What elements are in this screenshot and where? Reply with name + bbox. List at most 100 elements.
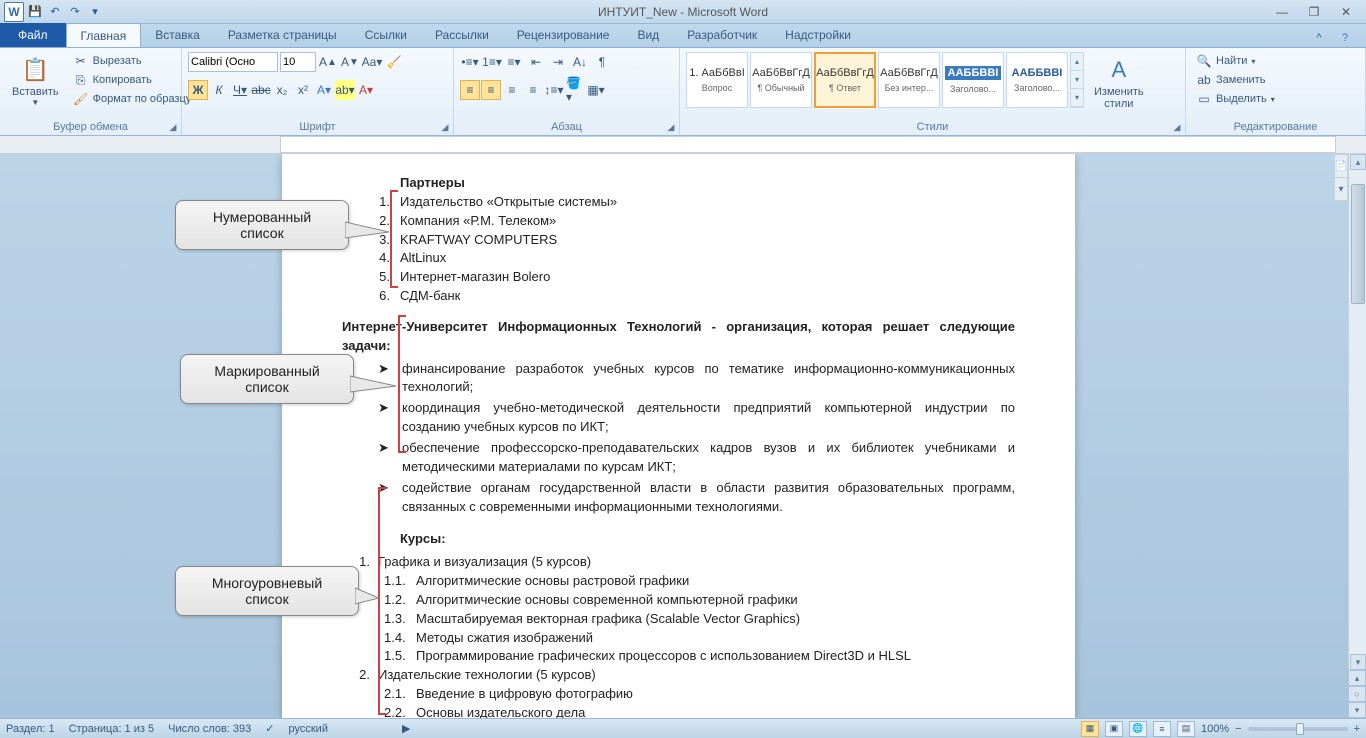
replace-button[interactable]: abЗаменить [1192, 71, 1279, 89]
indent-inc-button[interactable]: ⇥ [548, 52, 568, 72]
tab-addins[interactable]: Надстройки [771, 23, 865, 47]
font-dialog-launcher[interactable]: ◢ [439, 121, 451, 133]
side-panel-item[interactable]: ▾ [1335, 178, 1347, 201]
superscript-button[interactable]: x² [293, 80, 313, 100]
align-center-button[interactable]: ≡ [481, 80, 501, 100]
style-item[interactable]: АаБбВвГгДБез интер... [878, 52, 940, 108]
font-color-button[interactable]: A▾ [356, 80, 376, 100]
text-effects-button[interactable]: A▾ [314, 80, 334, 100]
multilevel-button[interactable]: ≡▾ [504, 52, 524, 72]
clipboard-group-label: Буфер обмена [0, 119, 181, 135]
tab-mailings[interactable]: Рассылки [421, 23, 503, 47]
view-web[interactable]: 🌐 [1129, 721, 1147, 737]
page-nav: ▴ ○ ▾ [1348, 670, 1366, 718]
tab-developer[interactable]: Разработчик [673, 23, 771, 47]
style-item[interactable]: АаБбВвГгД¶ Обычный [750, 52, 812, 108]
clipboard-dialog-launcher[interactable]: ◢ [167, 121, 179, 133]
cut-button[interactable]: ✂Вырезать [69, 52, 196, 70]
status-words[interactable]: Число слов: 393 [168, 723, 251, 735]
vertical-scrollbar[interactable]: ▴ ▾ ▴ ○ ▾ [1348, 154, 1366, 718]
show-marks-button[interactable]: ¶ [592, 52, 612, 72]
redo-icon[interactable]: ↷ [66, 3, 84, 21]
browse-object-button[interactable]: ○ [1348, 686, 1366, 702]
change-case-button[interactable]: Aa▾ [362, 52, 382, 72]
tab-view[interactable]: Вид [623, 23, 673, 47]
undo-icon[interactable]: ↶ [46, 3, 64, 21]
zoom-in-button[interactable]: + [1354, 723, 1360, 735]
view-fullscreen[interactable]: ▣ [1105, 721, 1123, 737]
status-proof-icon[interactable]: ✓ [265, 722, 274, 735]
callout-tail-2 [350, 368, 400, 398]
format-painter-button[interactable]: 🖌Формат по образцу [69, 90, 196, 108]
styles-dialog-launcher[interactable]: ◢ [1171, 121, 1183, 133]
view-print-layout[interactable]: ▦ [1081, 721, 1099, 737]
highlight-button[interactable]: ab▾ [335, 80, 355, 100]
status-page[interactable]: Страница: 1 из 5 [69, 723, 155, 735]
underline-button[interactable]: Ч▾ [230, 80, 250, 100]
tab-review[interactable]: Рецензирование [503, 23, 624, 47]
style-item[interactable]: АаБбВвГгД¶ Ответ [814, 52, 876, 108]
minimize-ribbon-icon[interactable]: ^ [1310, 29, 1328, 47]
view-outline[interactable]: ≡ [1153, 721, 1171, 737]
zoom-thumb[interactable] [1296, 723, 1304, 735]
sort-button[interactable]: A↓ [570, 52, 590, 72]
paragraph-dialog-launcher[interactable]: ◢ [665, 121, 677, 133]
horizontal-ruler[interactable] [280, 136, 1336, 153]
bullets-button[interactable]: •≡▾ [460, 52, 480, 72]
side-panel-item[interactable]: 📄 [1335, 155, 1347, 178]
file-tab[interactable]: Файл [0, 23, 66, 47]
minimize-button[interactable]: — [1272, 4, 1292, 20]
zoom-out-button[interactable]: − [1235, 723, 1241, 735]
font-name-combo[interactable] [188, 52, 278, 72]
status-macro-icon[interactable]: ▶ [402, 722, 410, 735]
style-item[interactable]: 1. АаБбВвІВопрос [686, 52, 748, 108]
indent-dec-button[interactable]: ⇤ [526, 52, 546, 72]
align-justify-button[interactable]: ≡ [523, 80, 543, 100]
find-button[interactable]: 🔍Найти▾ [1192, 52, 1279, 70]
zoom-slider[interactable] [1248, 727, 1348, 731]
style-item[interactable]: ААББВВІЗаголово... [1006, 52, 1068, 108]
group-font: A▲ A▼ Aa▾ 🧹 Ж К Ч▾ abc x₂ x² A▾ ab▾ A▾ Ш… [182, 48, 454, 135]
next-page-button[interactable]: ▾ [1348, 702, 1366, 718]
borders-button[interactable]: ▦▾ [586, 80, 606, 100]
change-styles-button[interactable]: A Изменить стили [1088, 52, 1150, 112]
tab-layout[interactable]: Разметка страницы [214, 23, 351, 47]
status-language[interactable]: русский [289, 723, 328, 735]
shading-button[interactable]: 🪣▾ [565, 80, 585, 100]
scroll-thumb[interactable] [1351, 184, 1365, 304]
scroll-up-button[interactable]: ▴ [1350, 154, 1366, 170]
status-section[interactable]: Раздел: 1 [6, 723, 55, 735]
strike-button[interactable]: abc [251, 80, 271, 100]
align-left-button[interactable]: ≡ [460, 80, 480, 100]
word-icon[interactable]: W [4, 2, 24, 22]
courses-heading: Курсы: [400, 530, 1015, 549]
zoom-level[interactable]: 100% [1201, 723, 1229, 735]
styles-scroll[interactable]: ▴▾▾ [1070, 52, 1084, 108]
italic-button[interactable]: К [209, 80, 229, 100]
numbering-button[interactable]: 1≡▾ [482, 52, 502, 72]
subscript-button[interactable]: x₂ [272, 80, 292, 100]
paste-button[interactable]: 📋 Вставить ▼ [6, 52, 65, 109]
restore-button[interactable]: ❐ [1304, 4, 1324, 20]
group-paragraph: •≡▾ 1≡▾ ≡▾ ⇤ ⇥ A↓ ¶ ≡ ≡ ≡ ≡ ↕≡▾ 🪣▾ ▦▾ Аб… [454, 48, 680, 135]
style-item[interactable]: ААББВВІЗаголово... [942, 52, 1004, 108]
line-spacing-button[interactable]: ↕≡▾ [544, 80, 564, 100]
bold-button[interactable]: Ж [188, 80, 208, 100]
view-draft[interactable]: ▤ [1177, 721, 1195, 737]
qat-dropdown-icon[interactable]: ▾ [86, 3, 104, 21]
tab-home[interactable]: Главная [66, 23, 142, 47]
help-icon[interactable]: ? [1336, 29, 1354, 47]
shrink-font-button[interactable]: A▼ [340, 52, 360, 72]
save-icon[interactable]: 💾 [26, 3, 44, 21]
select-button[interactable]: ▭Выделить▾ [1192, 90, 1279, 108]
tab-references[interactable]: Ссылки [351, 23, 421, 47]
scroll-down-button[interactable]: ▾ [1350, 654, 1366, 670]
copy-button[interactable]: ⎘Копировать [69, 71, 196, 89]
close-button[interactable]: ✕ [1336, 4, 1356, 20]
clear-format-button[interactable]: 🧹 [384, 52, 404, 72]
font-size-combo[interactable] [280, 52, 316, 72]
tab-insert[interactable]: Вставка [141, 23, 214, 47]
prev-page-button[interactable]: ▴ [1348, 670, 1366, 686]
align-right-button[interactable]: ≡ [502, 80, 522, 100]
grow-font-button[interactable]: A▲ [318, 52, 338, 72]
